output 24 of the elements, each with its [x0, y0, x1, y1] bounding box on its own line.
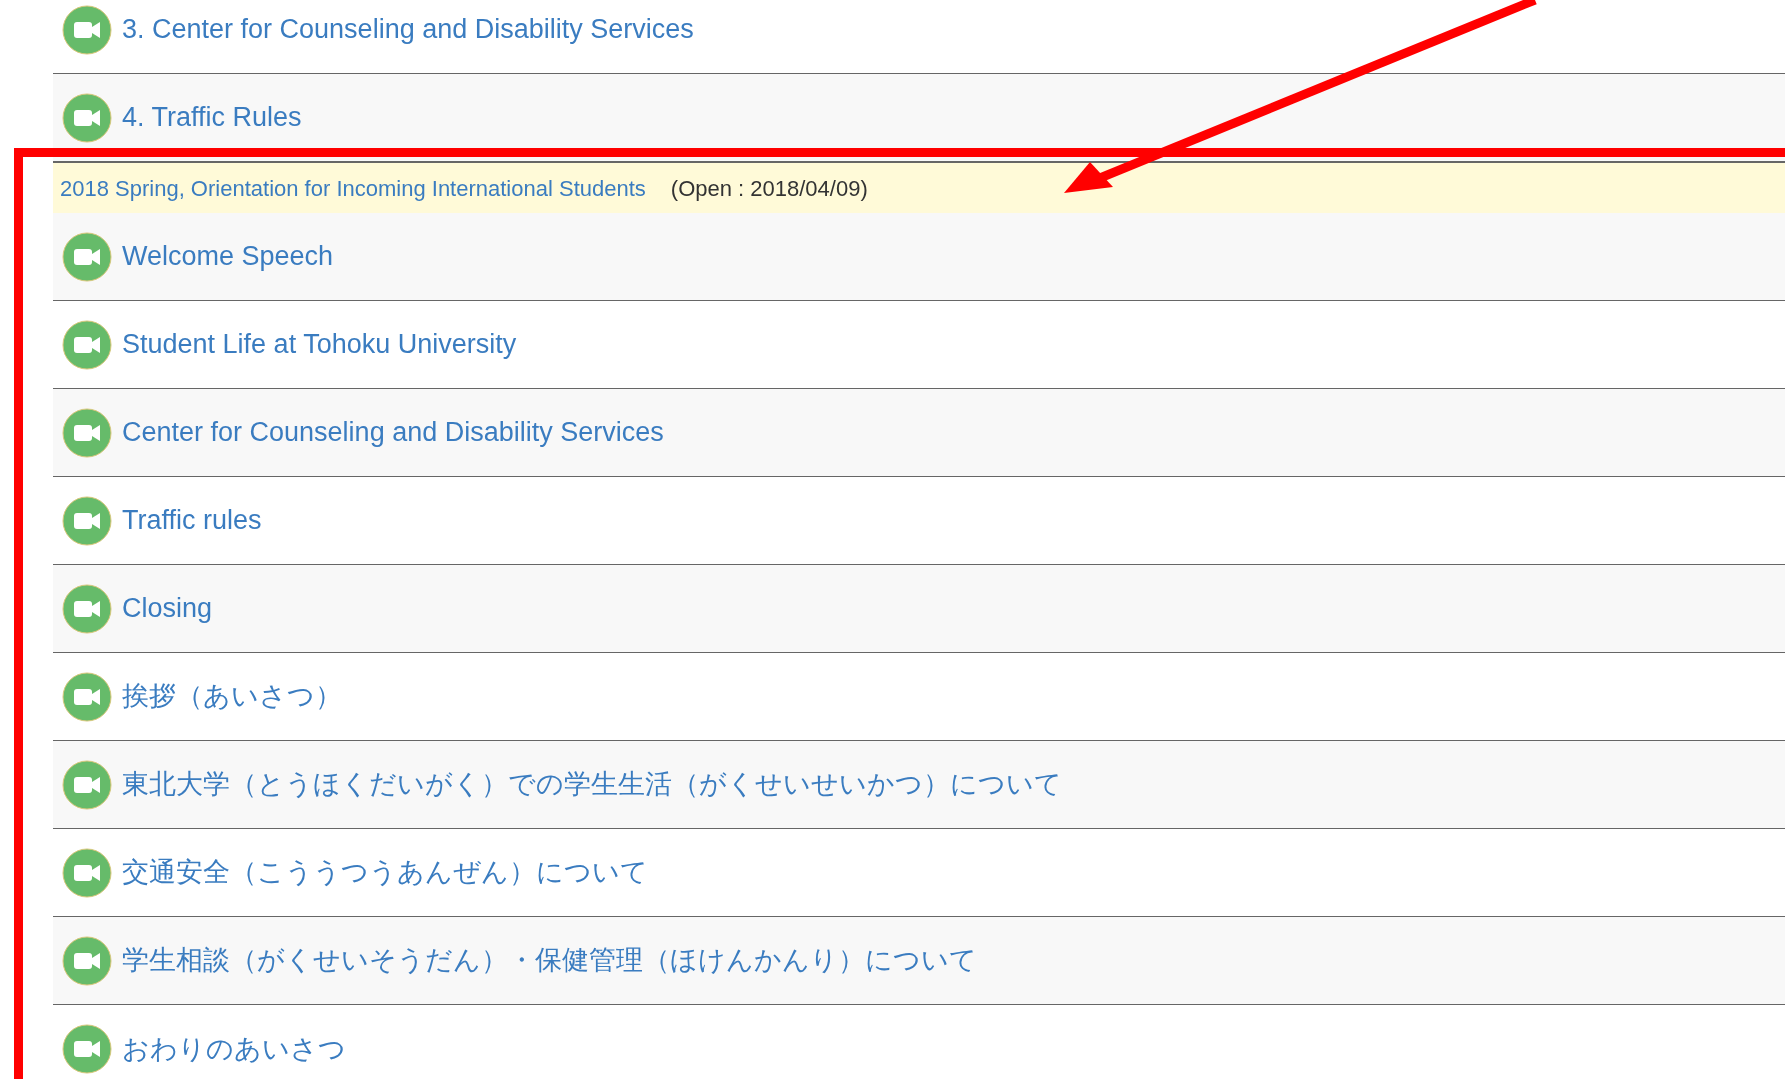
video-camera-icon: [62, 4, 112, 55]
video-camera-icon: [62, 583, 112, 634]
video-link[interactable]: Student Life at Tohoku University: [122, 324, 517, 365]
video-camera-icon: [62, 759, 112, 810]
video-camera-icon: [62, 847, 112, 898]
video-camera-icon: [62, 319, 112, 370]
video-link[interactable]: 4. Traffic Rules: [122, 97, 302, 138]
video-camera-icon: [62, 231, 112, 282]
video-camera-icon: [62, 1024, 112, 1074]
video-camera-icon: [62, 495, 112, 546]
video-camera-icon: [62, 935, 112, 986]
video-camera-icon: [62, 407, 112, 458]
video-link[interactable]: Welcome Speech: [122, 236, 334, 277]
section-title: 2018 Spring, Orientation for Incoming International Students: [60, 174, 646, 203]
open-date: (Open : 2018/04/09): [670, 174, 868, 203]
video-camera-icon: [62, 671, 112, 722]
video-link[interactable]: おわりのあいさつ: [122, 1028, 346, 1070]
video-link[interactable]: Closing: [122, 588, 213, 629]
video-link[interactable]: 3. Center for Counseling and Disability Services: [122, 9, 694, 50]
video-camera-icon: [62, 92, 112, 143]
video-link[interactable]: 交通安全（こううつうあんぜん）について: [122, 852, 648, 893]
video-link[interactable]: Center for Counseling and Disability Services: [122, 412, 664, 453]
video-link[interactable]: Traffic rules: [122, 500, 262, 541]
video-link[interactable]: 挨拶（あいさつ）: [122, 676, 342, 717]
